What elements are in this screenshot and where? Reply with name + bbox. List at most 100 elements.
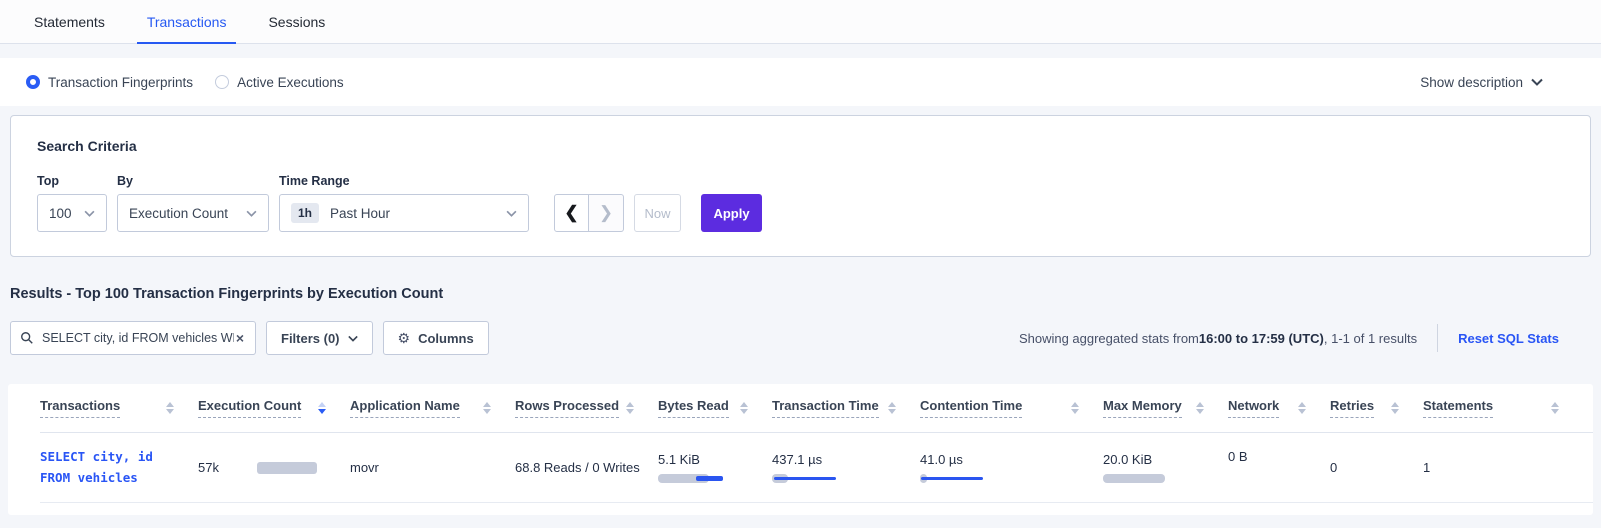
search-input[interactable] <box>42 331 234 345</box>
search-criteria-form: Top 100 By Execution Count Time Range 1h… <box>37 174 1564 232</box>
sort-icon <box>1391 402 1399 414</box>
search-icon <box>20 331 34 345</box>
show-description-label: Show description <box>1420 75 1523 90</box>
by-label: By <box>117 174 269 188</box>
page-tabs: Statements Transactions Sessions <box>0 0 1601 44</box>
sort-icon <box>483 402 491 414</box>
columns-button[interactable]: ⚙ Columns <box>383 321 489 355</box>
column-header-statements[interactable]: Statements <box>1423 398 1583 418</box>
tab-transactions[interactable]: Transactions <box>137 14 237 43</box>
cell-max-memory: 20.0 KiB <box>1103 452 1228 484</box>
filters-button[interactable]: Filters (0) <box>266 321 373 355</box>
radio-active-executions[interactable]: Active Executions <box>215 75 344 90</box>
view-mode-radio-group: Transaction Fingerprints Active Executio… <box>26 75 344 90</box>
radio-label: Active Executions <box>237 75 344 90</box>
clear-search-icon[interactable]: × <box>234 330 246 346</box>
show-description-toggle[interactable]: Show description <box>1420 75 1543 90</box>
tab-statements[interactable]: Statements <box>24 14 115 43</box>
cell-retries: 0 <box>1330 460 1423 475</box>
table-row: SELECT city, id FROM vehicles 57k movr 6… <box>40 433 1593 503</box>
chevron-down-icon <box>246 210 257 217</box>
table-header-row: Transactions Execution Count Application… <box>40 384 1593 433</box>
top-field: Top 100 <box>37 174 107 232</box>
cell-application-name: movr <box>350 460 515 475</box>
tab-sessions[interactable]: Sessions <box>258 14 335 43</box>
column-header-execution-count[interactable]: Execution Count <box>198 398 350 418</box>
radio-unselected-icon <box>215 75 229 89</box>
columns-label: Columns <box>418 331 474 346</box>
previous-time-button[interactable]: ❮ <box>554 194 589 232</box>
time-range-select[interactable]: 1h Past Hour <box>279 194 529 232</box>
view-mode-bar: Transaction Fingerprints Active Executio… <box>0 58 1601 106</box>
transaction-fingerprint-link[interactable]: SELECT city, id FROM vehicles <box>40 447 198 488</box>
gear-icon: ⚙ <box>398 330 411 347</box>
bytes-read-bar <box>658 474 772 484</box>
contention-time-bar <box>920 474 1103 484</box>
time-range-badge: 1h <box>291 203 319 223</box>
chevron-down-icon <box>1531 78 1543 86</box>
column-header-rows-processed[interactable]: Rows Processed <box>515 398 658 418</box>
column-header-transactions[interactable]: Transactions <box>40 398 198 418</box>
cell-contention-time: 41.0 µs <box>920 452 1103 484</box>
column-header-transaction-time[interactable]: Transaction Time <box>772 398 920 418</box>
chevron-left-icon: ❮ <box>564 203 578 223</box>
apply-button[interactable]: Apply <box>701 194 762 232</box>
stats-prefix: Showing aggregated stats from <box>1019 331 1199 346</box>
execution-count-bar <box>257 462 317 474</box>
now-button[interactable]: Now <box>634 194 681 232</box>
divider <box>1437 324 1438 352</box>
chevron-down-icon <box>348 335 358 342</box>
search-criteria-title: Search Criteria <box>37 138 1564 154</box>
sort-icon <box>626 402 634 414</box>
sort-icon <box>1071 402 1079 414</box>
aggregated-stats-text: Showing aggregated stats from 16:00 to 1… <box>1019 331 1417 346</box>
cell-execution-count: 57k <box>198 460 350 475</box>
column-header-retries[interactable]: Retries <box>1330 398 1423 418</box>
radio-transaction-fingerprints[interactable]: Transaction Fingerprints <box>26 75 193 90</box>
chevron-right-icon: ❯ <box>599 203 613 223</box>
column-header-network[interactable]: Network <box>1228 398 1330 418</box>
top-label: Top <box>37 174 107 188</box>
by-select[interactable]: Execution Count <box>117 194 269 232</box>
sort-icon <box>166 402 174 414</box>
search-criteria-panel: Search Criteria Top 100 By Execution Cou… <box>10 115 1591 257</box>
sql-search-box: × <box>10 321 256 355</box>
top-select[interactable]: 100 <box>37 194 107 232</box>
reset-sql-stats-link[interactable]: Reset SQL Stats <box>1458 331 1559 346</box>
radio-selected-icon <box>26 75 40 89</box>
sort-icon <box>1551 402 1559 414</box>
stats-time-range: 16:00 to 17:59 (UTC) <box>1199 331 1324 346</box>
column-header-application-name[interactable]: Application Name <box>350 398 515 418</box>
column-header-contention-time[interactable]: Contention Time <box>920 398 1103 418</box>
results-toolbar: × Filters (0) ⚙ Columns Showing aggregat… <box>10 321 1591 355</box>
max-memory-bar <box>1103 474 1228 484</box>
sort-icon <box>888 402 896 414</box>
radio-label: Transaction Fingerprints <box>48 75 193 90</box>
time-nav-arrows: ❮ ❯ <box>554 194 624 232</box>
cell-network: 0 B <box>1228 433 1330 464</box>
cell-transaction-time: 437.1 µs <box>772 452 920 484</box>
by-select-value: Execution Count <box>129 206 228 221</box>
top-select-value: 100 <box>49 206 72 221</box>
sort-icon <box>1196 402 1204 414</box>
chevron-down-icon <box>506 210 517 217</box>
next-time-button[interactable]: ❯ <box>589 194 624 232</box>
time-range-field: Time Range 1h Past Hour <box>279 174 529 232</box>
results-table: Transactions Execution Count Application… <box>8 384 1593 515</box>
time-range-value: Past Hour <box>330 206 390 221</box>
sort-icon <box>740 402 748 414</box>
chevron-down-icon <box>84 210 95 217</box>
filters-label: Filters (0) <box>281 331 340 346</box>
cell-statements: 1 <box>1423 460 1583 475</box>
transaction-time-bar <box>772 474 920 484</box>
cell-bytes-read: 5.1 KiB <box>658 452 772 484</box>
column-header-max-memory[interactable]: Max Memory <box>1103 398 1228 418</box>
cell-transaction: SELECT city, id FROM vehicles <box>40 447 198 488</box>
sort-icon <box>1298 402 1306 414</box>
results-heading: Results - Top 100 Transaction Fingerprin… <box>10 286 1591 302</box>
cell-rows-processed: 68.8 Reads / 0 Writes <box>515 460 658 475</box>
column-header-bytes-read[interactable]: Bytes Read <box>658 398 772 418</box>
by-field: By Execution Count <box>117 174 269 232</box>
time-range-label: Time Range <box>279 174 529 188</box>
stats-suffix: , 1-1 of 1 results <box>1324 331 1417 346</box>
